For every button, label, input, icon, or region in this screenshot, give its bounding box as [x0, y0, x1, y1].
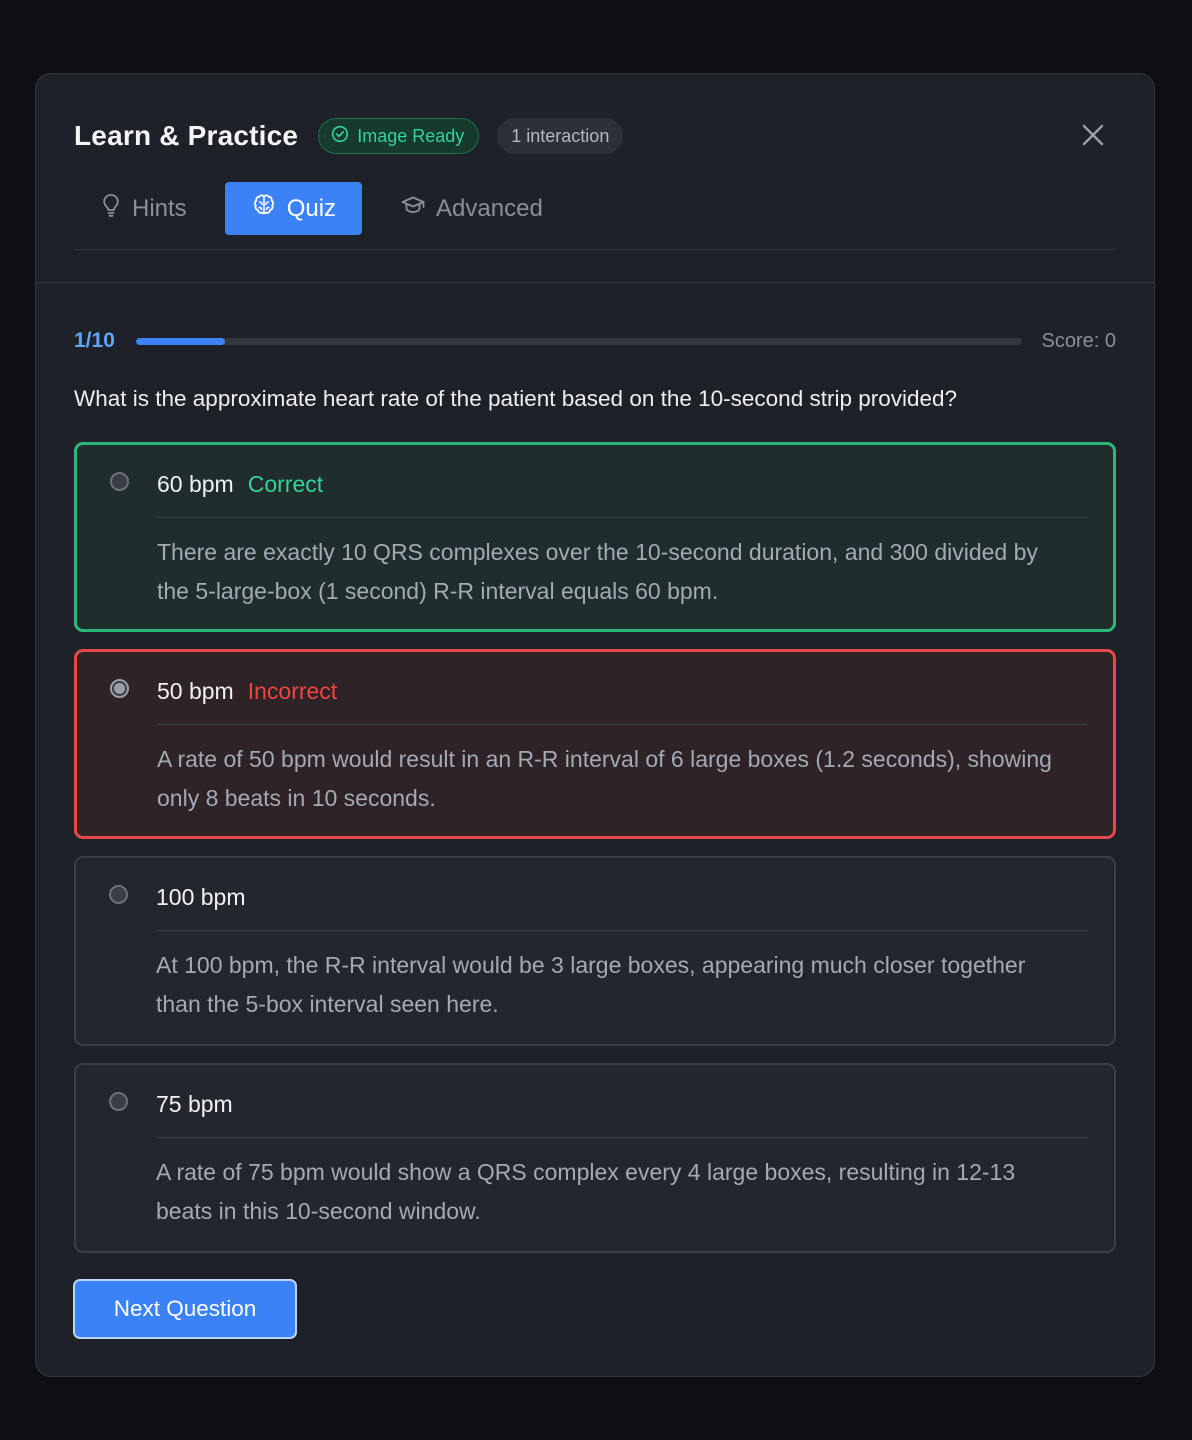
option-divider [157, 724, 1087, 725]
interaction-count-badge: 1 interaction [497, 118, 624, 154]
quiz-progress: 1/10 Score: 0 [74, 326, 1116, 356]
option-header: 60 bpm Correct [157, 471, 323, 498]
score-label: Score: 0 [1041, 329, 1116, 352]
answer-option-100-bpm[interactable]: 100 bpm At 100 bpm, the R-R interval wou… [74, 856, 1116, 1046]
brain-icon [251, 192, 277, 225]
check-circle-icon [331, 125, 349, 148]
progress-bar [136, 337, 1022, 345]
next-question-button[interactable]: Next Question [73, 1279, 297, 1339]
question-counter: 1/10 [74, 329, 115, 352]
answer-option-75-bpm[interactable]: 75 bpm A rate of 75 bpm would show a QRS… [74, 1063, 1116, 1253]
answer-option-50-bpm[interactable]: 50 bpm Incorrect A rate of 50 bpm would … [74, 649, 1116, 839]
close-icon [1081, 123, 1105, 152]
tab-quiz[interactable]: Quiz [224, 182, 363, 235]
incorrect-status: Incorrect [247, 678, 338, 704]
progress-bar-fill [136, 337, 225, 345]
learn-practice-modal: Learn & Practice Image Ready 1 interacti… [35, 73, 1155, 1377]
correct-status: Correct [247, 471, 324, 497]
option-divider [157, 517, 1087, 518]
option-label: 50 bpm [157, 678, 234, 704]
tab-advanced[interactable]: Advanced [374, 182, 569, 235]
image-ready-badge: Image Ready [318, 118, 480, 154]
option-header: 75 bpm [156, 1091, 233, 1118]
radio-button[interactable] [109, 885, 128, 904]
image-ready-label: Image Ready [357, 125, 465, 146]
radio-button-selected[interactable] [110, 679, 129, 698]
close-button[interactable] [1078, 122, 1108, 152]
header-divider [36, 282, 1154, 283]
option-divider [156, 1137, 1088, 1138]
option-label: 75 bpm [156, 1091, 233, 1117]
graduation-cap-icon [400, 194, 426, 223]
answer-options: 60 bpm Correct There are exactly 10 QRS … [74, 442, 1116, 1270]
option-divider [156, 930, 1088, 931]
tab-advanced-label: Advanced [436, 194, 543, 222]
option-explanation: At 100 bpm, the R-R interval would be 3 … [156, 952, 1026, 1017]
modal-header: Learn & Practice Image Ready 1 interacti… [74, 116, 1116, 156]
radio-button[interactable] [110, 472, 129, 491]
option-explanation: A rate of 75 bpm would show a QRS comple… [156, 1159, 1016, 1224]
modal-title: Learn & Practice [74, 120, 299, 151]
radio-button[interactable] [109, 1092, 128, 1111]
answer-option-60-bpm[interactable]: 60 bpm Correct There are exactly 10 QRS … [74, 442, 1116, 632]
tab-hints[interactable]: Hints [74, 182, 213, 235]
option-label: 100 bpm [156, 884, 246, 910]
option-explanation: A rate of 50 bpm would result in an R-R … [157, 746, 1052, 811]
tab-quiz-label: Quiz [286, 194, 337, 222]
tab-hints-label: Hints [132, 194, 187, 222]
option-label: 60 bpm [157, 471, 234, 497]
option-explanation: There are exactly 10 QRS complexes over … [157, 539, 1038, 604]
tab-bar: Hints Quiz Advanced [74, 182, 1116, 250]
lightbulb-icon [100, 192, 122, 225]
option-header: 50 bpm Incorrect [157, 678, 337, 705]
option-header: 100 bpm [156, 884, 246, 911]
question-text: What is the approximate heart rate of th… [74, 386, 958, 411]
